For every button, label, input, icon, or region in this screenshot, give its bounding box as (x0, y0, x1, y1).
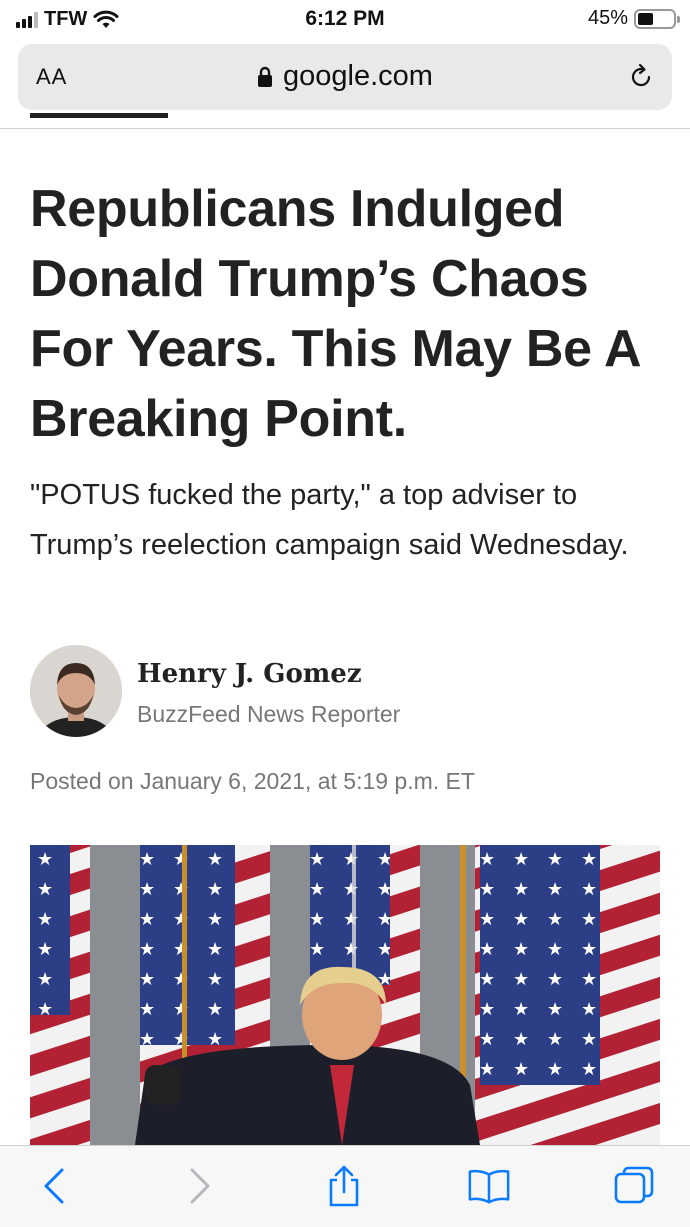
chevron-right-icon (190, 1168, 210, 1204)
battery-fill (638, 12, 654, 25)
battery-icon (634, 8, 680, 29)
battery-percent: 45% (587, 7, 628, 29)
tabs-button[interactable] (612, 1164, 656, 1208)
lock-icon (258, 66, 273, 87)
forward-button[interactable] (178, 1164, 222, 1208)
bookmarks-button[interactable] (467, 1164, 511, 1208)
hero-image: ★ (30, 845, 660, 1145)
article-dek: "POTUS fucked the party," a top adviser … (30, 479, 629, 561)
section-label-cutoff (30, 110, 230, 130)
author-name[interactable]: Henry J. Gomez (137, 659, 362, 689)
status-right: 45% (587, 7, 680, 30)
posted-date: Posted on January 6, 2021, at 5:19 p.m. … (30, 768, 475, 794)
status-time: 6:12 PM (305, 7, 385, 30)
bottom-toolbar (0, 1145, 690, 1227)
author-role: BuzzFeed News Reporter (137, 701, 401, 727)
share-button[interactable] (322, 1164, 366, 1208)
reload-icon[interactable] (626, 62, 656, 92)
chevron-left-icon (44, 1168, 64, 1204)
avatar[interactable] (30, 645, 122, 737)
book-icon (468, 1169, 510, 1204)
url-text: google.com (283, 60, 433, 92)
status-bar: TFW 6:12 PM 45% (0, 0, 690, 40)
byline[interactable]: Henry J. Gomez BuzzFeed News Reporter (30, 645, 630, 737)
back-button[interactable] (32, 1164, 76, 1208)
article-headline: Republicans Indulged Donald Trump’s Chao… (30, 180, 640, 448)
tabs-icon (614, 1166, 654, 1204)
address-bar[interactable]: AA google.com (18, 44, 672, 110)
url-field[interactable]: google.com (18, 60, 672, 93)
share-icon (329, 1165, 359, 1207)
